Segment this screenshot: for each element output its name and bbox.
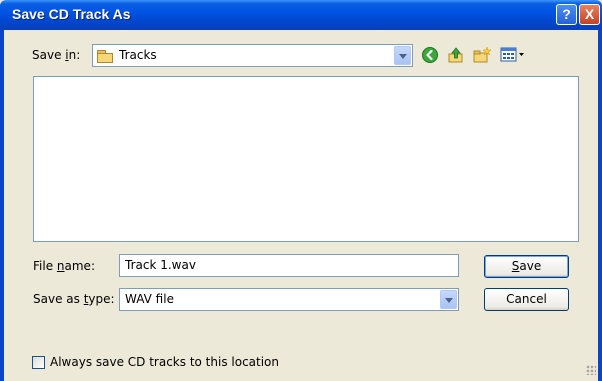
file-name-label-prefix: File: [33, 259, 57, 273]
up-folder-icon[interactable]: [447, 46, 465, 64]
close-button[interactable]: X: [579, 4, 600, 25]
file-name-input[interactable]: Track 1.wav: [119, 254, 459, 277]
folder-icon: [97, 50, 113, 63]
resize-grip[interactable]: [586, 365, 596, 375]
save-in-label-suffix: n:: [68, 48, 81, 62]
view-menu-icon[interactable]: [500, 46, 526, 64]
cancel-button[interactable]: Cancel: [484, 288, 569, 311]
save-button-rest: ave: [519, 259, 542, 273]
dialog-title: Save CD Track As: [12, 6, 131, 22]
file-name-label-suffix: ame:: [64, 259, 95, 273]
window-frame-left: [0, 30, 4, 381]
file-name-label-accel: n: [56, 259, 65, 273]
save-cd-track-dialog: Save CD Track As ? X Save in: Tracks Fil…: [0, 0, 602, 381]
save-button[interactable]: Save: [484, 255, 569, 278]
save-as-type-value: WAV file: [125, 292, 174, 306]
file-name-label: File name:: [33, 259, 95, 273]
help-button[interactable]: ?: [556, 4, 577, 25]
save-as-type-label-suffix: ype:: [88, 292, 115, 306]
always-save-label[interactable]: Always save CD tracks to this location: [50, 355, 279, 369]
file-list-view[interactable]: [33, 76, 579, 242]
new-folder-icon[interactable]: [473, 46, 491, 64]
always-save-checkbox[interactable]: [32, 356, 45, 369]
back-icon[interactable]: [421, 46, 439, 64]
save-as-type-dropdown[interactable]: WAV file: [119, 288, 459, 311]
chevron-down-icon[interactable]: [394, 46, 411, 65]
save-in-label-prefix: Save: [32, 48, 66, 62]
save-in-value: Tracks: [119, 48, 157, 62]
window-frame-right: [598, 30, 602, 381]
save-as-type-label-prefix: Save as: [33, 292, 84, 306]
save-in-label: Save in:: [32, 48, 80, 62]
chevron-down-icon[interactable]: [440, 290, 457, 309]
save-in-dropdown[interactable]: Tracks: [92, 44, 413, 67]
save-as-type-label: Save as type:: [33, 292, 115, 306]
title-bar[interactable]: Save CD Track As ? X: [0, 0, 602, 30]
